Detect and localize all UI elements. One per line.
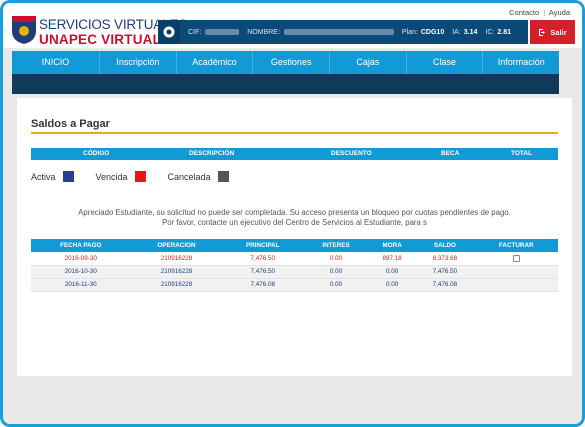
block-message-line1: Apreciado Estudiante, su solicitud no pu… <box>78 208 511 217</box>
cell-saldo: 8,373.68 <box>415 252 475 266</box>
cell-operacion: 210916228 <box>130 252 223 266</box>
cell-principal: 7,476.08 <box>222 278 304 292</box>
th-saldo: SALDO <box>415 239 475 252</box>
contacto-link[interactable]: Contacto <box>509 8 539 17</box>
cell-operacion: 210916228 <box>130 278 223 292</box>
cell-facturar <box>474 278 558 292</box>
th-operacion: OPERACION <box>130 239 223 252</box>
page-title: Saldos a Pagar <box>31 118 110 130</box>
cell-saldo: 7,476.08 <box>415 278 475 292</box>
cell-saldo: 7,476.50 <box>415 265 475 279</box>
student-info-bar: CIF: NOMBRE: Plan: CDG10 IA: 3.14 IC: 2.… <box>158 20 528 44</box>
block-message: Apreciado Estudiante, su solicitud no pu… <box>31 208 558 228</box>
legend-cancelada-label: Cancelada <box>167 171 211 182</box>
cell-mora: 897.18 <box>368 252 416 266</box>
legend-cancelada-swatch <box>217 171 229 182</box>
main-nav: INICIO Inscripción Académico Gestiones C… <box>12 51 559 74</box>
plan-label: Plan: <box>401 28 418 36</box>
nav-informacion[interactable]: Información <box>483 51 559 74</box>
ia-label: IA: <box>452 28 461 36</box>
nav-cajas[interactable]: Cajas <box>330 51 407 74</box>
col-beca: BECA <box>441 150 460 157</box>
legend-activa-label: Activa <box>31 171 56 182</box>
cell-fecha: 2016-11-30 <box>31 278 131 292</box>
app-frame: SERVICIOS VIRTUALES UNAPEC VIRTUAL Conta… <box>0 0 585 427</box>
content-panel: Saldos a Pagar CÓDIGO DESCRIPCIÓN DESCUE… <box>17 98 572 376</box>
link-separator: | <box>543 8 546 17</box>
col-total: TOTAL <box>511 150 533 157</box>
payments-header-row: FECHA PAGO OPERACION PRINCIPAL INTERES M… <box>31 239 558 252</box>
nav-academico[interactable]: Académico <box>177 51 254 74</box>
facturar-checkbox[interactable] <box>512 254 520 262</box>
table-row: 2016-10-30 210916228 7,476.50 0.00 0.00 … <box>31 265 558 279</box>
cell-interes: 0.00 <box>303 252 369 266</box>
summary-table-header: CÓDIGO DESCRIPCIÓN DESCUENTO BECA TOTAL <box>31 148 558 160</box>
nav-inscripcion[interactable]: Inscripción <box>100 51 177 74</box>
ia-value: 3.14 <box>463 28 478 36</box>
th-mora: MORA <box>368 239 416 252</box>
block-message-line2: Por favor, contacte un ejecutivo del Cen… <box>162 218 427 227</box>
nav-gestiones[interactable]: Gestiones <box>253 51 331 74</box>
logout-button[interactable]: Salir <box>530 20 575 44</box>
table-row: 2016-09-30 210916228 7,476.50 0.00 897.1… <box>31 252 558 266</box>
cell-facturar <box>474 252 558 266</box>
table-row: 2016-11-30 210916228 7,476.08 0.00 0.00 … <box>31 278 558 292</box>
top-links: Contacto | Ayuda <box>509 8 570 17</box>
col-descripcion: DESCRIPCIÓN <box>189 150 235 157</box>
cell-fecha: 2016-09-30 <box>31 252 131 266</box>
cell-principal: 7,476.50 <box>222 252 304 266</box>
user-icon <box>158 20 180 44</box>
cell-mora: 0.00 <box>368 265 416 279</box>
cell-interes: 0.00 <box>303 265 369 279</box>
legend-activa-swatch <box>62 171 74 182</box>
th-interes: INTERES <box>303 239 369 252</box>
cell-principal: 7,476.50 <box>222 265 304 279</box>
subnav-band <box>12 74 559 94</box>
brand-subtitle: UNAPEC VIRTUAL <box>39 32 162 47</box>
cell-operacion: 210916228 <box>130 265 223 279</box>
plan-value: CDG10 <box>420 28 445 36</box>
ic-label: IC: <box>485 28 495 36</box>
col-codigo: CÓDIGO <box>83 150 110 157</box>
unapec-logo-icon <box>12 16 36 44</box>
cell-interes: 0.00 <box>303 278 369 292</box>
th-fecha-pago: FECHA PAGO <box>31 239 131 252</box>
nav-clase[interactable]: Clase <box>407 51 484 74</box>
logout-label: Salir <box>550 27 567 37</box>
col-descuento: DESCUENTO <box>331 150 372 157</box>
ic-value: 2.81 <box>497 28 511 36</box>
cell-mora: 0.00 <box>368 278 416 292</box>
cell-fecha: 2016-10-30 <box>31 265 131 279</box>
th-principal: PRINCIPAL <box>222 239 304 252</box>
cell-facturar <box>474 265 558 279</box>
cif-label: CIF: <box>188 28 202 36</box>
th-facturar: FACTURAR <box>474 239 558 252</box>
ayuda-link[interactable]: Ayuda <box>549 8 570 17</box>
title-underline <box>31 132 558 134</box>
top-header: SERVICIOS VIRTUALES UNAPEC VIRTUAL Conta… <box>3 3 582 48</box>
cif-value-redacted <box>205 29 240 35</box>
legend-vencida-swatch <box>134 171 146 182</box>
status-legend: Activa Vencida Cancelada <box>31 171 251 182</box>
nav-inicio[interactable]: INICIO <box>12 51 101 74</box>
nombre-label: NOMBRE: <box>247 28 280 36</box>
nombre-value-redacted <box>283 29 394 35</box>
logout-icon <box>539 28 546 36</box>
legend-vencida-label: Vencida <box>95 171 128 182</box>
payments-table: FECHA PAGO OPERACION PRINCIPAL INTERES M… <box>31 239 558 292</box>
